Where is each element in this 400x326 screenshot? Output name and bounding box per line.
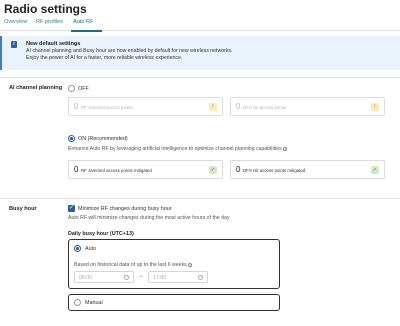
tab-bar: Overview RF profiles Auto RF — [0, 17, 400, 32]
busy-hour-section: Busy hour ✓ Minimize RF changes during b… — [0, 198, 400, 326]
stat-label: DFS Hit access points — [243, 105, 287, 110]
stat-value: 0 — [236, 165, 241, 174]
end-time-value: 17:00 — [153, 275, 166, 281]
stat-card-rf-jammed: 0 RF Jammed access points ! — [68, 97, 223, 116]
stat-value: 0 — [74, 102, 79, 111]
on-description: Enhance Auto RF by leveraging artificial… — [68, 146, 288, 152]
active-tab-indicator — [71, 30, 102, 32]
stat-label: RF Jammed access points — [81, 105, 133, 110]
info-icon: i — [11, 41, 17, 48]
auto-radio[interactable] — [74, 245, 81, 252]
auto-option-box[interactable]: Auto Based on historical data of up to t… — [68, 239, 280, 289]
clock-icon — [198, 275, 203, 280]
stat-value: 0 — [236, 102, 241, 111]
stat-card-dfs-hit: 0 DFS Hit access points ! — [230, 97, 385, 116]
info-banner: i New default settings AI channel planni… — [0, 36, 400, 70]
minimize-rf-checkbox-label[interactable]: Minimize RF changes during busy hour — [78, 206, 171, 212]
banner-title: New default settings — [26, 41, 81, 47]
on-description-text: Enhance Auto RF by leveraging artificial… — [68, 146, 282, 152]
busy-hour-description: Auto RF will minimize changes during the… — [68, 215, 230, 221]
ai-channel-planning-section: AI channel planning OFF 0 RF Jammed acce… — [0, 77, 400, 195]
tab-auto-rf[interactable]: Auto RF — [73, 19, 94, 25]
banner-line-2: Enjoy the power of AI for a faster, more… — [26, 55, 183, 61]
auto-hint-text: Based on historical data of up to the la… — [74, 262, 187, 268]
info-icon: i — [283, 146, 288, 151]
start-time-field[interactable]: 08:00 — [74, 271, 134, 283]
page-title: Radio settings — [4, 2, 87, 16]
busy-hour-label: Busy hour — [9, 206, 37, 212]
check-icon: ✓ — [209, 166, 217, 174]
manual-radio-label[interactable]: Manual — [85, 300, 103, 306]
tab-rf-profiles[interactable]: RF profiles — [36, 19, 63, 25]
stat-value: 0 — [74, 165, 79, 174]
tab-overview[interactable]: Overview — [4, 19, 27, 25]
banner-line-1: AI channel planning and Busy hour are no… — [26, 48, 233, 54]
off-radio-label[interactable]: OFF — [78, 86, 89, 92]
arrow-right-icon: → — [138, 273, 144, 279]
manual-radio[interactable] — [74, 299, 81, 306]
warning-icon: ! — [209, 103, 217, 111]
stat-card-dfs-hit-mitigated: 0 DFS Hit access points mitigated ✓ — [230, 160, 385, 179]
stat-label: DFS Hit access points mitigated — [243, 168, 306, 173]
ai-channel-planning-label: AI channel planning — [9, 85, 63, 91]
start-time-value: 08:00 — [79, 275, 92, 281]
manual-option-box[interactable]: Manual — [68, 294, 280, 311]
on-radio[interactable] — [68, 135, 75, 142]
warning-icon: ! — [371, 103, 379, 111]
stat-card-rf-jammed-mitigated: 0 RF Jammed access points mitigated ✓ — [68, 160, 223, 179]
auto-hint: Based on historical data of up to the la… — [74, 262, 193, 268]
off-radio[interactable] — [68, 85, 75, 92]
minimize-rf-checkbox[interactable]: ✓ — [68, 205, 75, 212]
stat-label: RF Jammed access points mitigated — [81, 168, 152, 173]
on-radio-label[interactable]: ON (Recommended) — [78, 136, 128, 142]
info-icon: i — [188, 262, 193, 267]
end-time-field[interactable]: 17:00 — [148, 271, 208, 283]
auto-radio-label[interactable]: Auto — [85, 246, 96, 252]
daily-busy-hour-title: Daily busy hour (UTC+13) — [68, 231, 134, 237]
check-icon: ✓ — [371, 166, 379, 174]
clock-icon — [124, 275, 129, 280]
